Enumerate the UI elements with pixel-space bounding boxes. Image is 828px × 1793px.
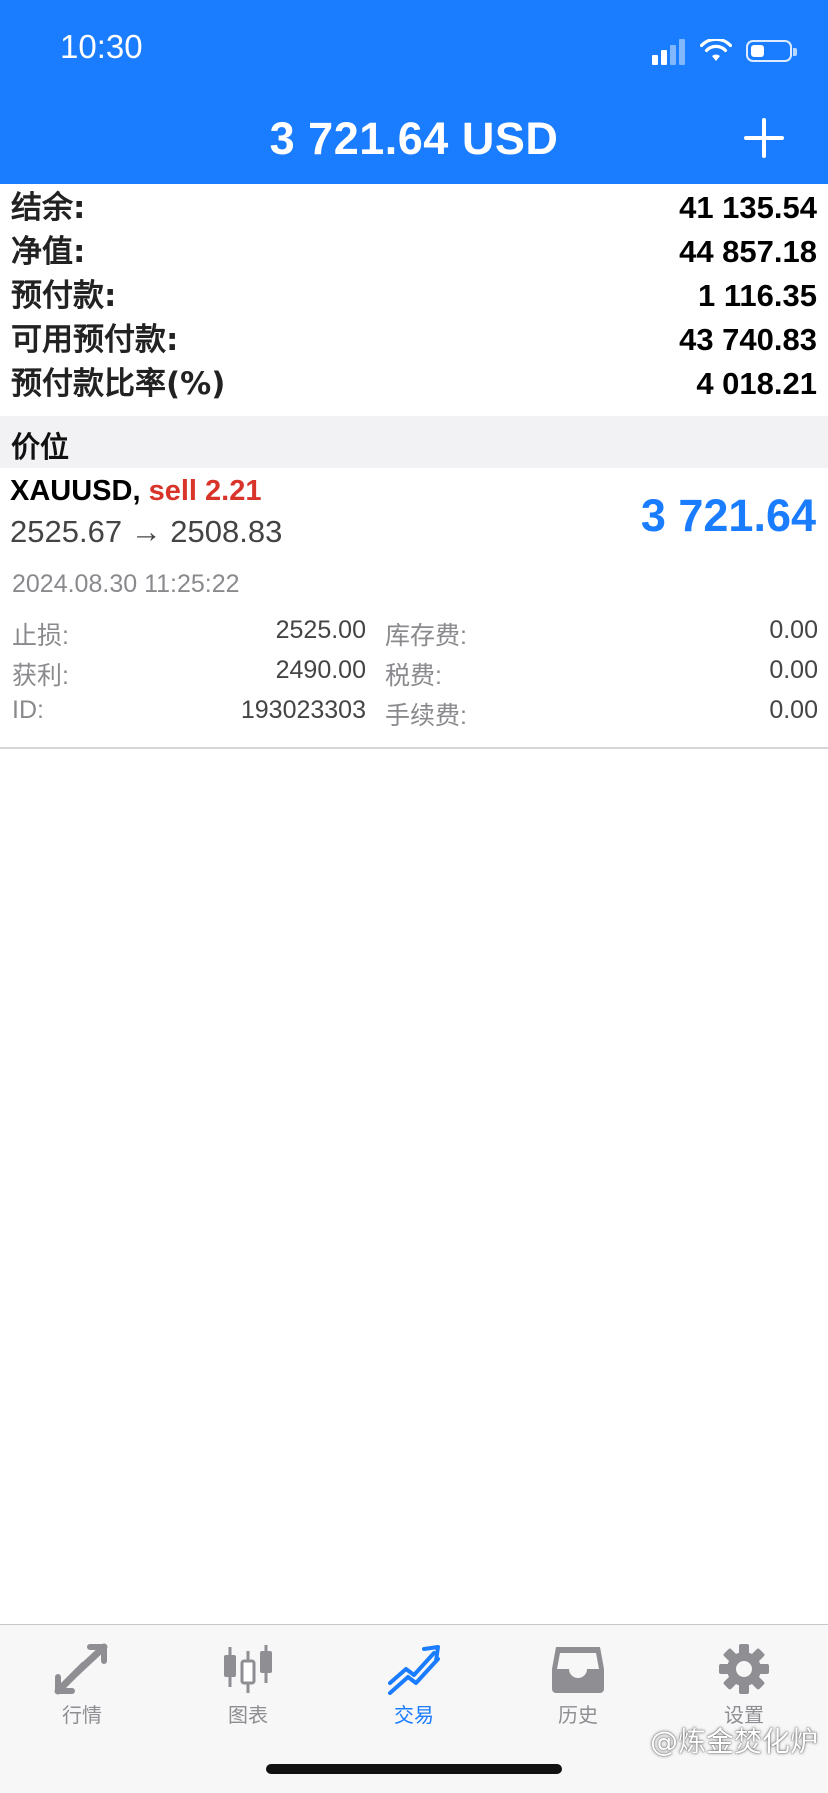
margin-row: 预付款: 1 116.35: [0, 274, 828, 318]
tab-quotes[interactable]: 行情: [22, 1643, 142, 1733]
tax-value: 0.00: [769, 656, 818, 684]
free-margin-row: 可用预付款: 43 740.83: [0, 318, 828, 362]
candlestick-chart-icon: [224, 1645, 272, 1693]
margin-level-value: 4 018.21: [696, 366, 817, 401]
id-label: ID:: [12, 696, 44, 724]
section-title: 价位: [11, 430, 70, 464]
margin-label: 预付款:: [11, 278, 117, 314]
balance-row: 结余: 41 135.54: [0, 186, 828, 230]
position-side: sell 2.21: [148, 475, 262, 507]
position-header: XAUUSD, sell 2.21: [10, 475, 261, 508]
commission-label: 手续费:: [385, 702, 467, 730]
position-open-time: 2024.08.30 11:25:22: [12, 570, 240, 598]
history-inbox-icon: [552, 1647, 604, 1693]
position-divider: [0, 747, 828, 749]
quotes-arrows-icon: [54, 1643, 108, 1695]
status-time: 10:30: [60, 28, 143, 65]
gear-icon: [719, 1644, 769, 1694]
add-order-button[interactable]: [744, 118, 784, 158]
page-title: 3 721.64 USD: [269, 113, 559, 164]
position-prices: 2525.67 → 2508.83: [10, 514, 283, 549]
balance-value: 41 135.54: [679, 190, 817, 225]
position-item[interactable]: XAUUSD, sell 2.21 2525.67 → 2508.83 3 72…: [0, 470, 828, 748]
trade-trend-icon: [388, 1645, 440, 1695]
tab-charts[interactable]: 图表: [188, 1643, 308, 1733]
swap-label: 库存费:: [385, 622, 467, 650]
positions-section-header: 价位: [0, 416, 828, 468]
margin-level-row: 预付款比率(%) 4 018.21: [0, 362, 828, 406]
tax-label: 税费:: [385, 662, 442, 690]
take-profit-value: 2490.00: [275, 656, 366, 684]
margin-level-label: 预付款比率(%): [11, 366, 226, 402]
equity-label: 净值:: [11, 234, 86, 270]
stop-loss-value: 2525.00: [275, 616, 366, 644]
free-margin-label: 可用预付款:: [11, 322, 179, 358]
equity-value: 44 857.18: [679, 234, 817, 269]
position-symbol: XAUUSD,: [10, 475, 141, 507]
home-indicator[interactable]: [266, 1764, 562, 1774]
free-margin-value: 43 740.83: [679, 322, 817, 357]
swap-value: 0.00: [769, 616, 818, 644]
equity-row: 净值: 44 857.18: [0, 230, 828, 274]
tab-trade[interactable]: 交易: [354, 1643, 474, 1733]
header-bar: 10:30 3 721.64 USD: [0, 0, 828, 184]
tab-quotes-label: 行情: [62, 1703, 102, 1727]
status-icons: [652, 34, 797, 68]
id-value: 193023303: [240, 696, 366, 724]
take-profit-label: 获利:: [12, 662, 69, 690]
wifi-icon: [700, 39, 732, 61]
account-summary: 结余: 41 135.54 净值: 44 857.18 预付款: 1 116.3…: [0, 186, 828, 406]
tab-history-label: 历史: [558, 1703, 598, 1727]
watermark: @炼金焚化炉: [649, 1725, 818, 1758]
position-profit: 3 721.64: [640, 490, 816, 541]
cellular-signal-icon: [652, 37, 686, 65]
tab-history[interactable]: 历史: [518, 1643, 638, 1733]
battery-icon: [746, 40, 797, 62]
balance-label: 结余:: [11, 190, 86, 226]
stop-loss-label: 止损:: [12, 622, 69, 650]
commission-value: 0.00: [769, 696, 818, 724]
tab-charts-label: 图表: [228, 1703, 268, 1727]
tab-trade-label: 交易: [394, 1703, 434, 1727]
margin-value: 1 116.35: [698, 278, 817, 313]
